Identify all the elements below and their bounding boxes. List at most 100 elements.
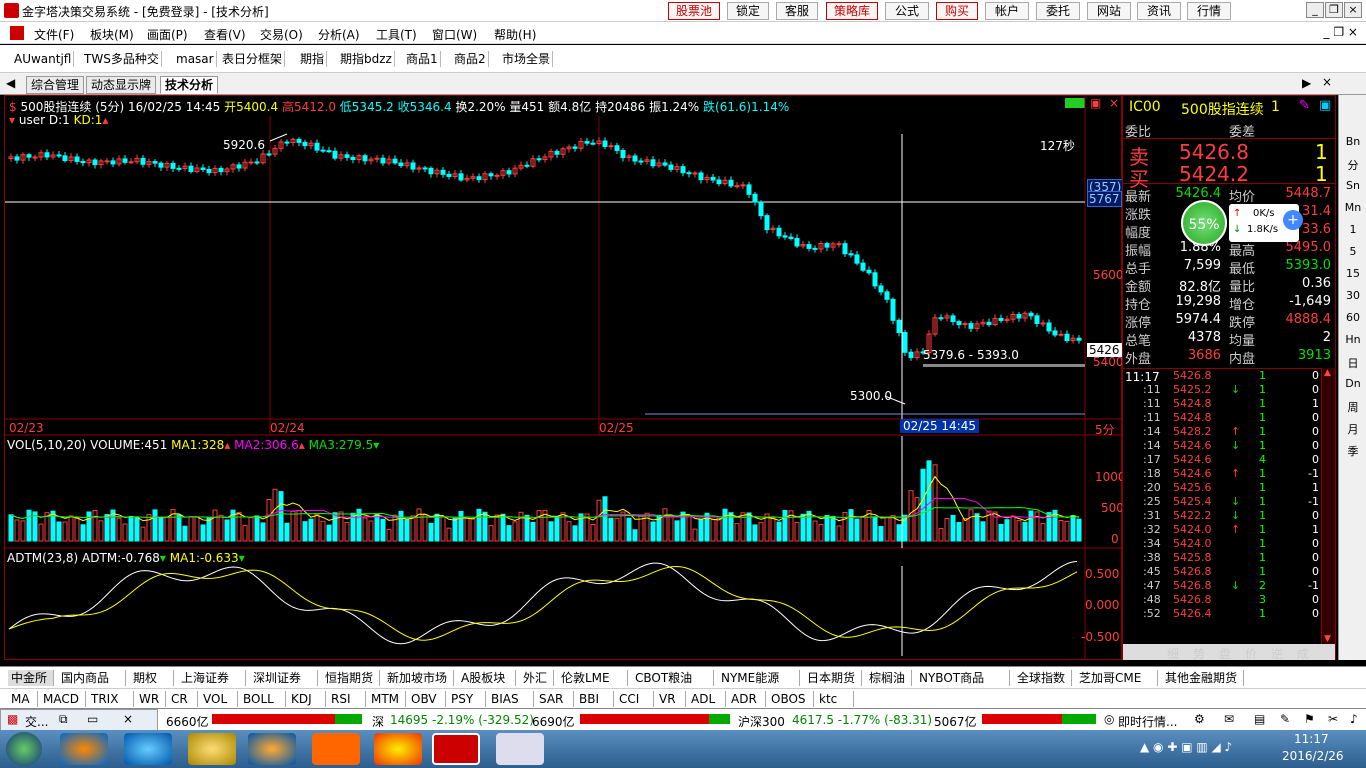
tab-scroll-left-icon[interactable]: ◀: [6, 76, 15, 90]
market-tab-14[interactable]: NYBOT商品: [916, 670, 1010, 686]
indicator-tab-2[interactable]: TRIX: [88, 691, 134, 707]
taskbar-app-3-icon[interactable]: [496, 733, 544, 765]
menu-item-2[interactable]: 画面(P): [147, 26, 188, 43]
top-button-0[interactable]: 股票池: [668, 2, 720, 20]
tool-icon-6[interactable]: ✂: [1328, 712, 1338, 726]
menu-item-6[interactable]: 工具(T): [376, 26, 417, 43]
close-button[interactable]: ×: [1344, 2, 1362, 18]
indicator-tab-12[interactable]: BIAS: [488, 691, 534, 707]
tab-scroll-right-icon[interactable]: ▶: [1302, 76, 1311, 90]
top-button-4[interactable]: 公式: [885, 2, 929, 20]
sell-price[interactable]: 5426.8: [1179, 140, 1249, 164]
market-tab-1[interactable]: 国内商品: [58, 670, 126, 686]
indicator-tab-17[interactable]: ADL: [688, 691, 726, 707]
top-button-10[interactable]: 行情: [1187, 2, 1231, 20]
toolbar-item-4[interactable]: 期指: [298, 51, 328, 67]
tab-1[interactable]: 动态显示牌: [86, 76, 157, 94]
buy-price[interactable]: 5424.2: [1179, 162, 1249, 186]
toolbar-item-1[interactable]: TWS多品种交: [82, 51, 162, 67]
market-tab-0[interactable]: 中金所: [8, 670, 54, 686]
indicator-tab-9[interactable]: MTM: [368, 691, 406, 707]
task-close-icon[interactable]: ×: [123, 712, 133, 726]
tool-icon-7[interactable]: ♪: [1350, 712, 1358, 726]
market-tab-12[interactable]: 日本期货: [804, 670, 862, 686]
sidebar-period-4[interactable]: 1: [1342, 223, 1364, 236]
network-gauge[interactable]: 55%: [1181, 200, 1227, 246]
top-button-2[interactable]: 客服: [776, 2, 818, 20]
top-button-1[interactable]: 锁定: [727, 2, 769, 20]
market-tab-16[interactable]: 芝加哥CME: [1076, 670, 1158, 686]
top-button-6[interactable]: 帐户: [985, 2, 1029, 20]
indicator-tab-1[interactable]: MACD: [40, 691, 86, 707]
toolbar-item-5[interactable]: 期指bdzz: [338, 51, 395, 67]
taskbar-explorer-icon[interactable]: [188, 733, 236, 765]
taskbar-pyramid-icon[interactable]: [432, 733, 480, 765]
quote-tab-0[interactable]: 细: [1167, 645, 1179, 662]
add-icon[interactable]: +: [1283, 210, 1303, 230]
tool-icon-4[interactable]: ✎: [1280, 712, 1290, 726]
menu-item-3[interactable]: 查看(V): [204, 26, 246, 43]
market-tab-10[interactable]: CBOT粮油: [632, 670, 714, 686]
quote-settings-icon[interactable]: ✎: [1299, 98, 1310, 113]
indicator-tab-15[interactable]: CCI: [616, 691, 654, 707]
sidebar-period-8[interactable]: 60: [1342, 311, 1364, 324]
market-tab-7[interactable]: A股板块: [458, 670, 516, 686]
market-tab-4[interactable]: 深圳证券: [250, 670, 318, 686]
indicator-tab-3[interactable]: WR: [136, 691, 166, 707]
toolbar-item-0[interactable]: AUwantjfl: [12, 51, 75, 67]
indicator-tab-13[interactable]: SAR: [536, 691, 574, 707]
sidebar-period-7[interactable]: 30: [1342, 289, 1364, 302]
task-restore-icon[interactable]: ⧉: [59, 712, 68, 727]
indicator-tab-16[interactable]: VR: [656, 691, 686, 707]
sidebar-period-9[interactable]: Hn: [1342, 333, 1364, 346]
minimize-button[interactable]: _: [1306, 2, 1324, 18]
tool-icon-2[interactable]: ✉: [1224, 712, 1234, 726]
sidebar-period-0[interactable]: Bn: [1342, 135, 1364, 148]
quote-tab-2[interactable]: 盘: [1219, 645, 1231, 662]
sidebar-period-11[interactable]: Dn: [1342, 377, 1364, 390]
sidebar-period-2[interactable]: Sn: [1342, 179, 1364, 192]
indicator-tab-18[interactable]: ADR: [728, 691, 766, 707]
indicator-tab-7[interactable]: KDJ: [288, 691, 326, 707]
taskbar-app-2-icon[interactable]: [374, 733, 422, 765]
tick-scrollbar[interactable]: ▲ ▼: [1321, 368, 1335, 644]
minimized-task[interactable]: ▩ 交... ⧉ ▭ ×: [0, 709, 158, 731]
mdi-controls[interactable]: _ ❐ ×: [1324, 25, 1358, 39]
taskbar-media-icon[interactable]: [248, 733, 296, 765]
indicator-tab-6[interactable]: BOLL: [240, 691, 286, 707]
market-tab-6[interactable]: 新加坡市场: [384, 670, 454, 686]
sidebar-period-1[interactable]: 分: [1342, 157, 1364, 173]
tab-2[interactable]: 技术分析: [160, 76, 219, 94]
top-button-5[interactable]: 购买: [936, 2, 978, 20]
sidebar-period-14[interactable]: 季: [1342, 443, 1364, 459]
top-button-8[interactable]: 网站: [1087, 2, 1131, 20]
tool-icon-1[interactable]: ⚙: [1194, 712, 1205, 726]
indicator-tab-20[interactable]: ktc: [816, 691, 854, 707]
tool-icon-3[interactable]: ▤: [1254, 712, 1265, 726]
market-tab-11[interactable]: NYME能源: [718, 670, 800, 686]
quote-tab-1[interactable]: 势: [1193, 645, 1205, 662]
top-button-7[interactable]: 委托: [1036, 2, 1080, 20]
market-tab-3[interactable]: 上海证券: [178, 670, 246, 686]
sidebar-period-12[interactable]: 周: [1342, 399, 1364, 415]
indicator-tab-0[interactable]: MA: [8, 691, 38, 707]
restore-button[interactable]: ❐: [1325, 2, 1343, 18]
tool-icon-5[interactable]: ⚑: [1304, 712, 1315, 726]
indicator-tab-14[interactable]: BBI: [576, 691, 614, 707]
indicator-tab-11[interactable]: PSY: [448, 691, 486, 707]
menu-item-1[interactable]: 板块(M): [90, 26, 134, 43]
top-button-3[interactable]: 策略库: [826, 2, 878, 20]
menu-item-0[interactable]: 文件(F): [34, 26, 74, 43]
news-icon[interactable]: ◎: [1104, 712, 1114, 726]
market-tab-15[interactable]: 全球指数: [1014, 670, 1072, 686]
task-max-icon[interactable]: ▭: [87, 712, 98, 726]
tray-icons[interactable]: ▲ ◉ ✚ ▣ ▥ ◢ ♪: [1140, 740, 1232, 754]
menu-item-8[interactable]: 帮助(H): [494, 26, 536, 43]
tab-close-icon[interactable]: ×: [1322, 75, 1332, 89]
toolbar-item-6[interactable]: 商品1: [404, 51, 441, 67]
indicator-tab-10[interactable]: OBV: [408, 691, 446, 707]
market-tab-13[interactable]: 棕榈油: [866, 670, 912, 686]
market-tab-8[interactable]: 外汇: [520, 670, 554, 686]
indicator-tab-19[interactable]: OBOS: [768, 691, 814, 707]
toolbar-item-8[interactable]: 市场全景: [500, 51, 554, 67]
